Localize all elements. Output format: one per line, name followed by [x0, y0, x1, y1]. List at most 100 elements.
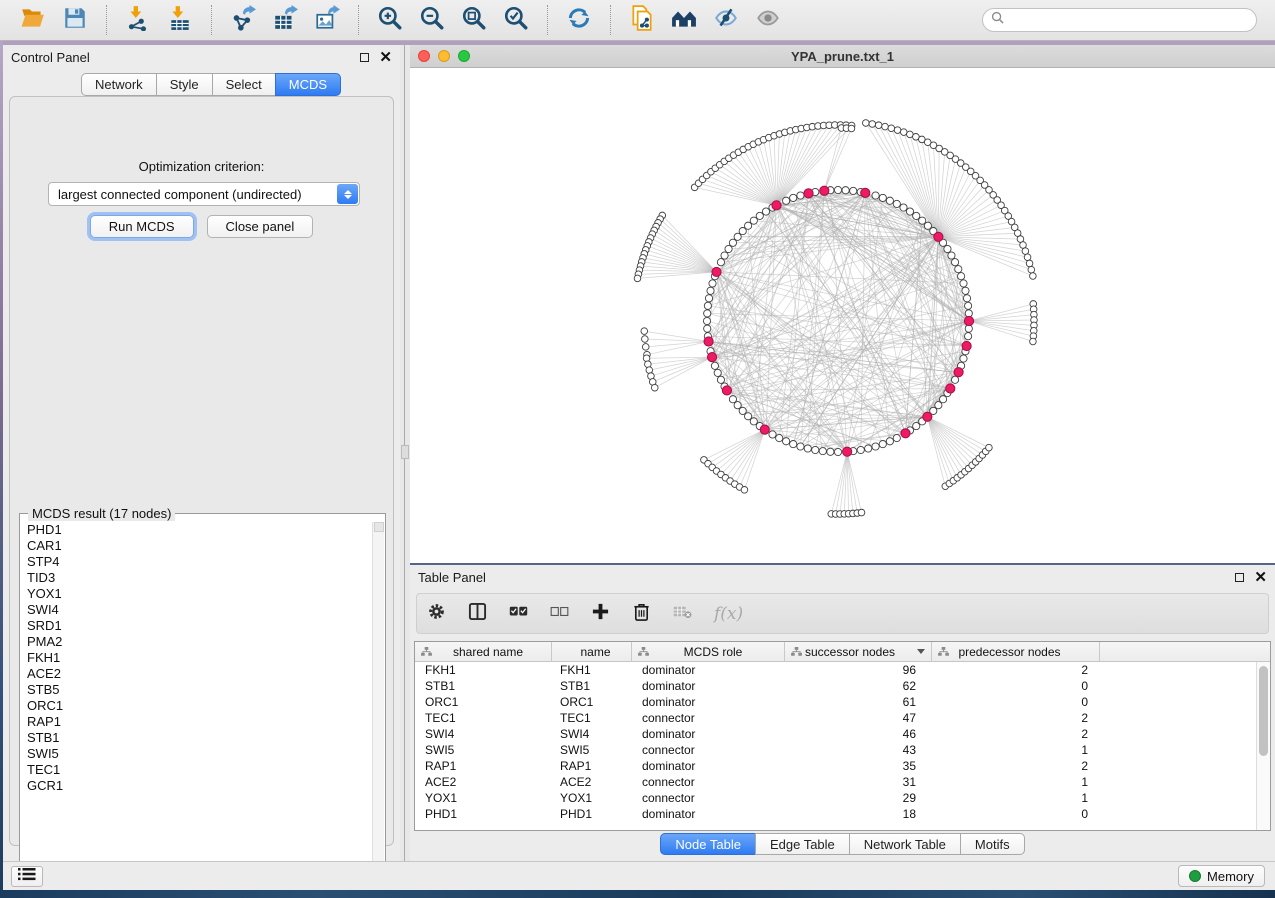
- function-builder-button[interactable]: f(x): [714, 604, 743, 624]
- search-box[interactable]: [982, 8, 1257, 32]
- select-all-button[interactable]: [509, 602, 528, 626]
- mcds-result-item[interactable]: PMA2: [21, 634, 372, 650]
- show-column-button[interactable]: [468, 602, 487, 626]
- mcds-result-item[interactable]: RAP1: [21, 714, 372, 730]
- table-row[interactable]: YOX1YOX1connector291: [415, 790, 1256, 806]
- table-options-button[interactable]: [427, 602, 446, 626]
- memory-button[interactable]: Memory: [1178, 865, 1265, 887]
- mcds-result-item[interactable]: FKH1: [21, 650, 372, 666]
- table-row[interactable]: TEC1TEC1connector472: [415, 710, 1256, 726]
- column-header-predecessor-nodes[interactable]: predecessor nodes: [932, 642, 1100, 661]
- mcds-result-item[interactable]: PHD1: [21, 522, 372, 538]
- import-table-button[interactable]: [159, 3, 201, 37]
- float-panel-icon[interactable]: [1235, 573, 1244, 582]
- table-cell: 1: [932, 775, 1100, 789]
- table-row[interactable]: SWI5SWI5connector431: [415, 742, 1256, 758]
- table-row[interactable]: ACE2ACE2connector311: [415, 774, 1256, 790]
- show-all-button[interactable]: [747, 3, 789, 37]
- tab-style[interactable]: Style: [156, 73, 212, 96]
- column-header-mcds-role[interactable]: MCDS role: [632, 642, 785, 661]
- mcds-result-item[interactable]: CAR1: [21, 538, 372, 554]
- export-table-button[interactable]: [264, 3, 306, 37]
- column-header-successor-nodes[interactable]: successor nodes: [785, 642, 932, 661]
- column-header-shared-name[interactable]: shared name: [415, 642, 552, 661]
- zoom-selected-button[interactable]: [495, 3, 537, 37]
- optimization-criterion-select[interactable]: largest connected component (undirected): [48, 182, 360, 206]
- vertical-splitter[interactable]: [400, 45, 410, 861]
- mcds-result-item[interactable]: STB1: [21, 730, 372, 746]
- add-column-button[interactable]: [591, 602, 610, 626]
- mcds-result-item[interactable]: SWI4: [21, 602, 372, 618]
- table-cell: 18: [785, 807, 932, 821]
- table-cell: 43: [785, 743, 932, 757]
- table-cell: 47: [785, 711, 932, 725]
- tab-mcds[interactable]: MCDS: [275, 73, 341, 96]
- tab-network-table[interactable]: Network Table: [849, 833, 960, 855]
- zoom-in-button[interactable]: [369, 3, 411, 37]
- table-row[interactable]: PHD1PHD1dominator180: [415, 806, 1256, 822]
- tab-select[interactable]: Select: [212, 73, 275, 96]
- table-row[interactable]: RAP1RAP1dominator352: [415, 758, 1256, 774]
- run-mcds-button[interactable]: Run MCDS: [90, 215, 194, 238]
- close-panel-icon[interactable]: ✕: [1254, 573, 1267, 582]
- splitter-handle[interactable]: [401, 445, 409, 459]
- search-input[interactable]: [1010, 13, 1248, 27]
- export-network-button[interactable]: [222, 3, 264, 37]
- node-table: shared name name MCDS role successor nod…: [414, 641, 1271, 831]
- mcds-result-item[interactable]: STB5: [21, 682, 372, 698]
- mcds-result-item[interactable]: STP4: [21, 554, 372, 570]
- import-network-button[interactable]: [117, 3, 159, 37]
- gear-icon: [427, 602, 446, 626]
- columns-icon: [468, 602, 487, 626]
- close-panel-icon[interactable]: ✕: [379, 53, 392, 62]
- mcds-result-item[interactable]: SWI5: [21, 746, 372, 762]
- deselect-all-button[interactable]: [550, 602, 569, 626]
- table-row[interactable]: FKH1FKH1dominator962: [415, 662, 1256, 678]
- mcds-result-item[interactable]: GCR1: [21, 778, 372, 794]
- share-network-button[interactable]: [621, 3, 663, 37]
- export-image-button[interactable]: [306, 3, 348, 37]
- table-cell: connector: [632, 743, 785, 757]
- table-cell: 31: [785, 775, 932, 789]
- column-header-name[interactable]: name: [552, 642, 632, 661]
- mcds-result-item[interactable]: ORC1: [21, 698, 372, 714]
- tab-edge-table[interactable]: Edge Table: [755, 833, 849, 855]
- mcds-result-scrollbar[interactable]: [372, 522, 384, 881]
- tab-motifs[interactable]: Motifs: [960, 833, 1025, 855]
- mcds-result-list[interactable]: PHD1CAR1STP4TID3YOX1SWI4SRD1PMA2FKH1ACE2…: [21, 522, 372, 881]
- mcds-result-item[interactable]: SRD1: [21, 618, 372, 634]
- show-log-button[interactable]: [11, 866, 43, 887]
- delete-column-button[interactable]: [632, 602, 651, 626]
- mcds-result-item[interactable]: TEC1: [21, 762, 372, 778]
- mcds-result-item[interactable]: YOX1: [21, 586, 372, 602]
- delete-table-icon: [673, 602, 692, 626]
- zoom-fit-button[interactable]: [453, 3, 495, 37]
- hide-selected-button[interactable]: [705, 3, 747, 37]
- table-row[interactable]: ORC1ORC1dominator610: [415, 694, 1256, 710]
- open-session-button[interactable]: [12, 3, 54, 37]
- table-panel-title: Table Panel: [418, 570, 486, 585]
- status-bar: Memory: [3, 861, 1275, 890]
- save-session-button[interactable]: [54, 3, 96, 37]
- scrollbar-thumb[interactable]: [1259, 666, 1268, 756]
- refresh-button[interactable]: [558, 3, 600, 37]
- table-scrollbar[interactable]: [1256, 662, 1270, 830]
- network-titlebar[interactable]: YPA_prune.txt_1: [410, 45, 1275, 68]
- float-panel-icon[interactable]: [360, 53, 369, 62]
- export-table-icon: [272, 5, 298, 36]
- eye-icon: [755, 5, 781, 36]
- mcds-result-item[interactable]: ACE2: [21, 666, 372, 682]
- tab-node-table[interactable]: Node Table: [660, 833, 755, 855]
- table-row[interactable]: STB1STB1dominator620: [415, 678, 1256, 694]
- zoom-out-button[interactable]: [411, 3, 453, 37]
- close-panel-button[interactable]: Close panel: [207, 215, 314, 238]
- export-image-icon: [314, 5, 340, 36]
- mcds-result-item[interactable]: TID3: [21, 570, 372, 586]
- gallery-button[interactable]: [663, 3, 705, 37]
- eye-slash-icon: [713, 5, 739, 36]
- table-row[interactable]: SWI4SWI4dominator462: [415, 726, 1256, 742]
- delete-table-button[interactable]: [673, 602, 692, 626]
- tab-network[interactable]: Network: [81, 73, 156, 96]
- checked-boxes-icon: [509, 602, 528, 626]
- network-canvas[interactable]: [410, 68, 1275, 563]
